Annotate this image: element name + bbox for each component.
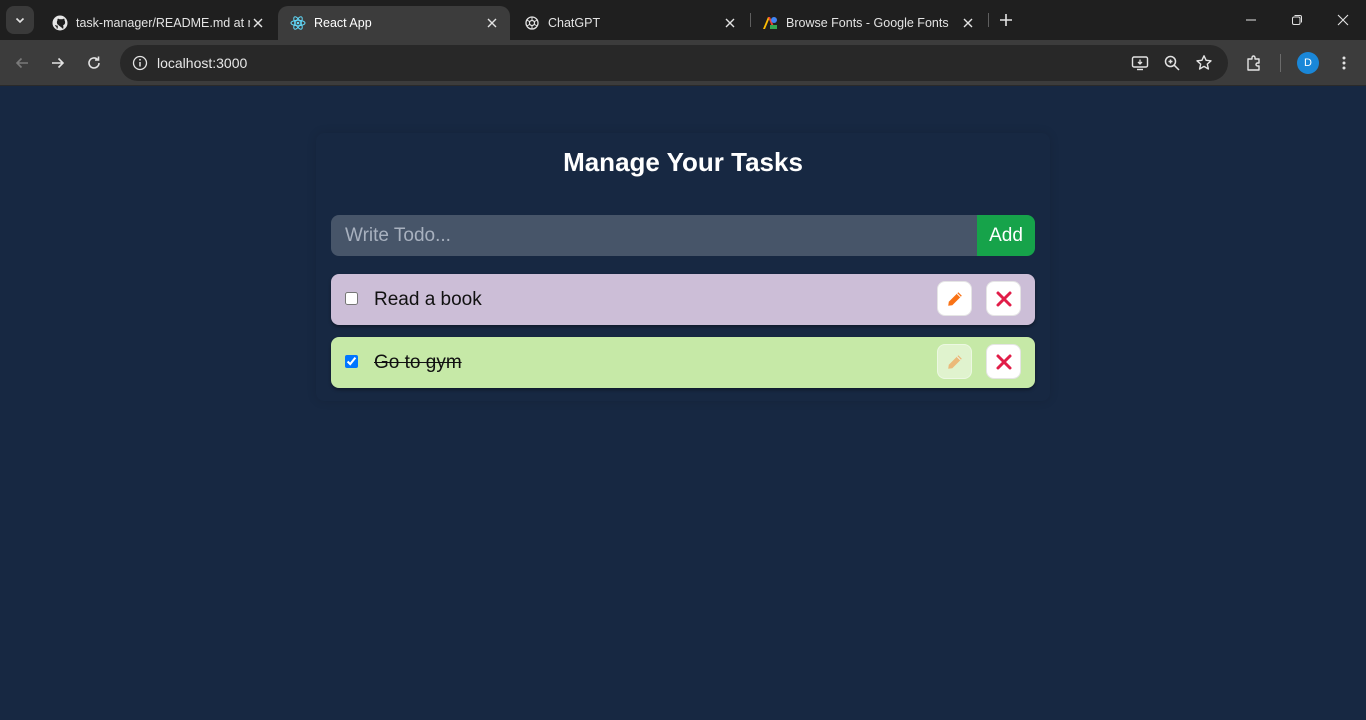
delete-button[interactable]	[986, 281, 1021, 316]
close-icon	[1337, 14, 1349, 26]
url-text[interactable]: localhost:3000	[157, 55, 247, 71]
page-title: Manage Your Tasks	[563, 147, 803, 177]
github-icon	[52, 15, 68, 31]
extensions-button[interactable]	[1240, 49, 1268, 77]
chevron-down-icon	[15, 17, 25, 24]
browser-tab-strip: task-manager/README.md at m React App Ch…	[0, 0, 1366, 40]
restore-icon	[1292, 15, 1302, 25]
tab-separator	[988, 13, 989, 27]
puzzle-icon	[1247, 55, 1260, 71]
close-icon[interactable]	[722, 15, 738, 31]
reload-icon	[88, 56, 100, 69]
tab-chatgpt[interactable]: ChatGPT	[512, 6, 748, 40]
install-app-icon[interactable]	[1128, 51, 1152, 75]
arrow-left-icon	[15, 57, 28, 69]
close-icon	[996, 354, 1011, 369]
back-button[interactable]	[8, 49, 36, 77]
new-tab-button[interactable]	[994, 8, 1018, 32]
edit-button[interactable]	[937, 281, 972, 316]
close-icon[interactable]	[960, 15, 976, 31]
forward-button[interactable]	[44, 49, 72, 77]
toolbar-divider	[1280, 54, 1281, 72]
zoom-icon[interactable]	[1160, 51, 1184, 75]
bookmark-star-icon[interactable]	[1192, 51, 1216, 75]
close-icon[interactable]	[484, 15, 500, 31]
todo-item: Read a book	[331, 274, 1035, 325]
todo-text: Read a book	[374, 289, 482, 310]
pencil-icon	[947, 354, 962, 369]
browser-toolbar: localhost:3000 D	[0, 40, 1366, 86]
close-window-button[interactable]	[1320, 0, 1366, 40]
delete-button[interactable]	[986, 344, 1021, 379]
react-icon	[290, 15, 306, 31]
tab-title: task-manager/README.md at m	[76, 16, 250, 30]
close-icon	[996, 291, 1011, 306]
todo-form: Add	[331, 215, 1035, 256]
chatgpt-icon	[524, 15, 540, 31]
tab-react-app[interactable]: React App	[278, 6, 510, 40]
todo-input[interactable]	[331, 215, 977, 256]
reload-button[interactable]	[80, 49, 108, 77]
google-fonts-icon	[762, 15, 778, 31]
close-icon[interactable]	[250, 15, 266, 31]
arrow-right-icon	[52, 57, 65, 69]
more-vertical-icon	[1342, 56, 1346, 70]
site-info-icon[interactable]	[128, 51, 152, 75]
tab-title: React App	[314, 16, 372, 30]
restore-button[interactable]	[1274, 0, 1320, 40]
profile-avatar[interactable]: D	[1297, 52, 1319, 74]
address-bar[interactable]: localhost:3000	[120, 45, 1228, 81]
add-button[interactable]: Add	[977, 215, 1035, 256]
plus-icon	[1000, 14, 1012, 26]
minimize-button[interactable]	[1228, 0, 1274, 40]
todo-checkbox[interactable]	[345, 355, 358, 368]
todo-item: Go to gym	[331, 337, 1035, 388]
edit-button[interactable]	[937, 344, 972, 379]
todo-text: Go to gym	[374, 352, 462, 373]
tab-title: ChatGPT	[548, 16, 601, 30]
pencil-icon	[947, 291, 962, 306]
todo-checkbox[interactable]	[345, 292, 358, 305]
tab-title: Browse Fonts - Google Fonts	[786, 16, 949, 30]
tab-github[interactable]: task-manager/README.md at m	[40, 6, 276, 40]
tab-search-button[interactable]	[6, 6, 34, 34]
minimize-icon	[1246, 19, 1256, 21]
tab-google-fonts[interactable]: Browse Fonts - Google Fonts	[750, 6, 986, 40]
browser-menu-button[interactable]	[1330, 49, 1358, 77]
